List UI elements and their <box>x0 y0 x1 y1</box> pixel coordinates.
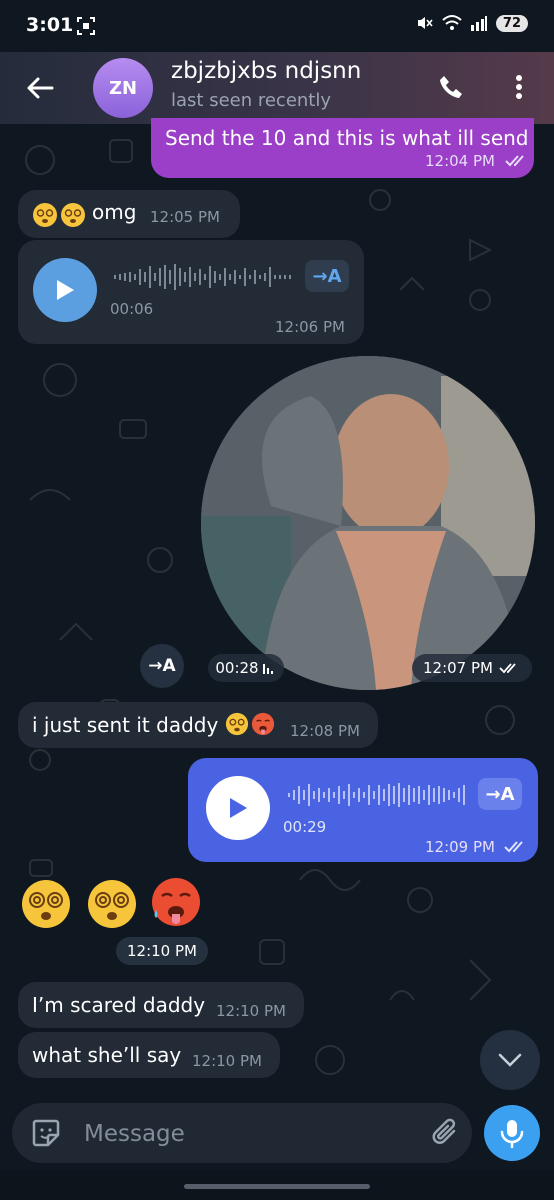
navigation-bar <box>0 1170 554 1200</box>
microphone-icon <box>500 1120 524 1148</box>
message-text: what she’ll say <box>32 1043 182 1067</box>
message-bubble-outgoing[interactable]: Send the 10 and this is what ill send 12… <box>151 118 534 178</box>
transcribe-button[interactable]: →A <box>478 778 522 810</box>
message-bubble-incoming[interactable]: i just sent it daddy 12:08 PM <box>18 702 378 748</box>
message-time: 12:07 PM <box>423 659 493 677</box>
signal-icon <box>470 16 487 31</box>
chat-header: ZN zbjzbjxbs ndjsnn last seen recently <box>0 52 554 124</box>
sticker-icon[interactable] <box>30 1117 62 1149</box>
battery-indicator: 72 <box>495 14 528 32</box>
message-time: 12:10 PM <box>127 942 197 960</box>
status-bar: 3:01 72 <box>0 0 554 52</box>
scroll-down-button[interactable] <box>480 1030 540 1090</box>
more-vertical-icon <box>516 75 522 99</box>
paperclip-icon[interactable] <box>430 1117 462 1149</box>
message-time: 12:10 PM <box>192 1052 262 1070</box>
message-bubble-incoming[interactable]: what she’ll say 12:10 PM <box>18 1032 280 1078</box>
message-time: 12:04 PM <box>425 152 495 170</box>
message-time: 12:06 PM <box>275 318 345 336</box>
screen-record-icon <box>77 17 95 35</box>
video-time-badge: 12:07 PM <box>412 654 532 682</box>
arrow-left-icon <box>27 77 54 99</box>
voice-waveform <box>114 264 291 290</box>
contact-status: last seen recently <box>171 90 332 111</box>
voice-waveform <box>288 783 465 807</box>
status-icons: 72 <box>416 14 528 32</box>
transcribe-button[interactable]: →A <box>305 260 349 292</box>
message-bubble-incoming[interactable]: I’m scared daddy 12:10 PM <box>18 982 304 1028</box>
video-duration-badge: 00:28 <box>208 654 284 682</box>
play-button[interactable] <box>206 776 270 840</box>
home-gesture-handle[interactable] <box>184 1184 370 1189</box>
dizzy-face-emoji <box>33 203 57 227</box>
more-menu-button[interactable] <box>505 70 533 104</box>
dizzy-face-emoji <box>88 880 136 928</box>
transcribe-label: →A <box>148 656 176 676</box>
voice-message-outgoing[interactable]: →A 00:29 12:09 PM <box>188 758 538 862</box>
status-time: 3:01 <box>26 14 74 36</box>
double-check-icon <box>504 841 523 853</box>
voice-record-button[interactable] <box>484 1105 540 1161</box>
video-message[interactable] <box>201 356 535 690</box>
message-time: 12:08 PM <box>290 722 360 740</box>
dizzy-face-emoji <box>225 712 249 736</box>
message-text: Send the 10 and this is what ill send <box>165 126 529 150</box>
play-icon <box>230 798 247 818</box>
transcribe-button[interactable]: →A <box>140 644 184 688</box>
back-button[interactable] <box>22 70 58 106</box>
phone-icon <box>440 76 462 98</box>
voice-duration: 00:06 <box>110 300 154 318</box>
call-button[interactable] <box>434 70 468 104</box>
message-time: 12:10 PM <box>216 1002 286 1020</box>
message-time: 12:09 PM <box>425 838 495 856</box>
double-check-icon <box>499 663 516 674</box>
wifi-icon <box>442 15 462 30</box>
double-check-icon <box>505 155 524 167</box>
chevron-down-icon <box>498 1053 522 1067</box>
voice-duration: 00:29 <box>283 818 327 836</box>
video-thumbnail <box>201 356 535 690</box>
hot-face-emoji <box>152 878 200 926</box>
message-input[interactable] <box>82 1113 386 1155</box>
message-time: 12:05 PM <box>150 208 220 226</box>
volume-icon <box>262 664 273 674</box>
hot-face-emoji <box>251 712 275 736</box>
message-time-badge: 12:10 PM <box>116 937 208 965</box>
video-duration: 00:28 <box>215 659 259 677</box>
mute-icon <box>417 17 433 29</box>
avatar[interactable]: ZN <box>93 58 153 118</box>
dizzy-face-emoji <box>22 880 70 928</box>
message-bubble-incoming[interactable]: omg 12:05 PM <box>18 190 240 238</box>
message-text: i just sent it daddy <box>32 713 219 737</box>
message-text: I’m scared daddy <box>32 993 206 1017</box>
voice-message-incoming[interactable]: →A 00:06 12:06 PM <box>18 240 364 344</box>
message-composer <box>12 1103 472 1163</box>
dizzy-face-emoji <box>61 203 85 227</box>
message-text: omg <box>92 200 137 224</box>
play-button[interactable] <box>33 258 97 322</box>
play-icon <box>57 280 74 300</box>
contact-name[interactable]: zbjzbjxbs ndjsnn <box>171 58 361 84</box>
